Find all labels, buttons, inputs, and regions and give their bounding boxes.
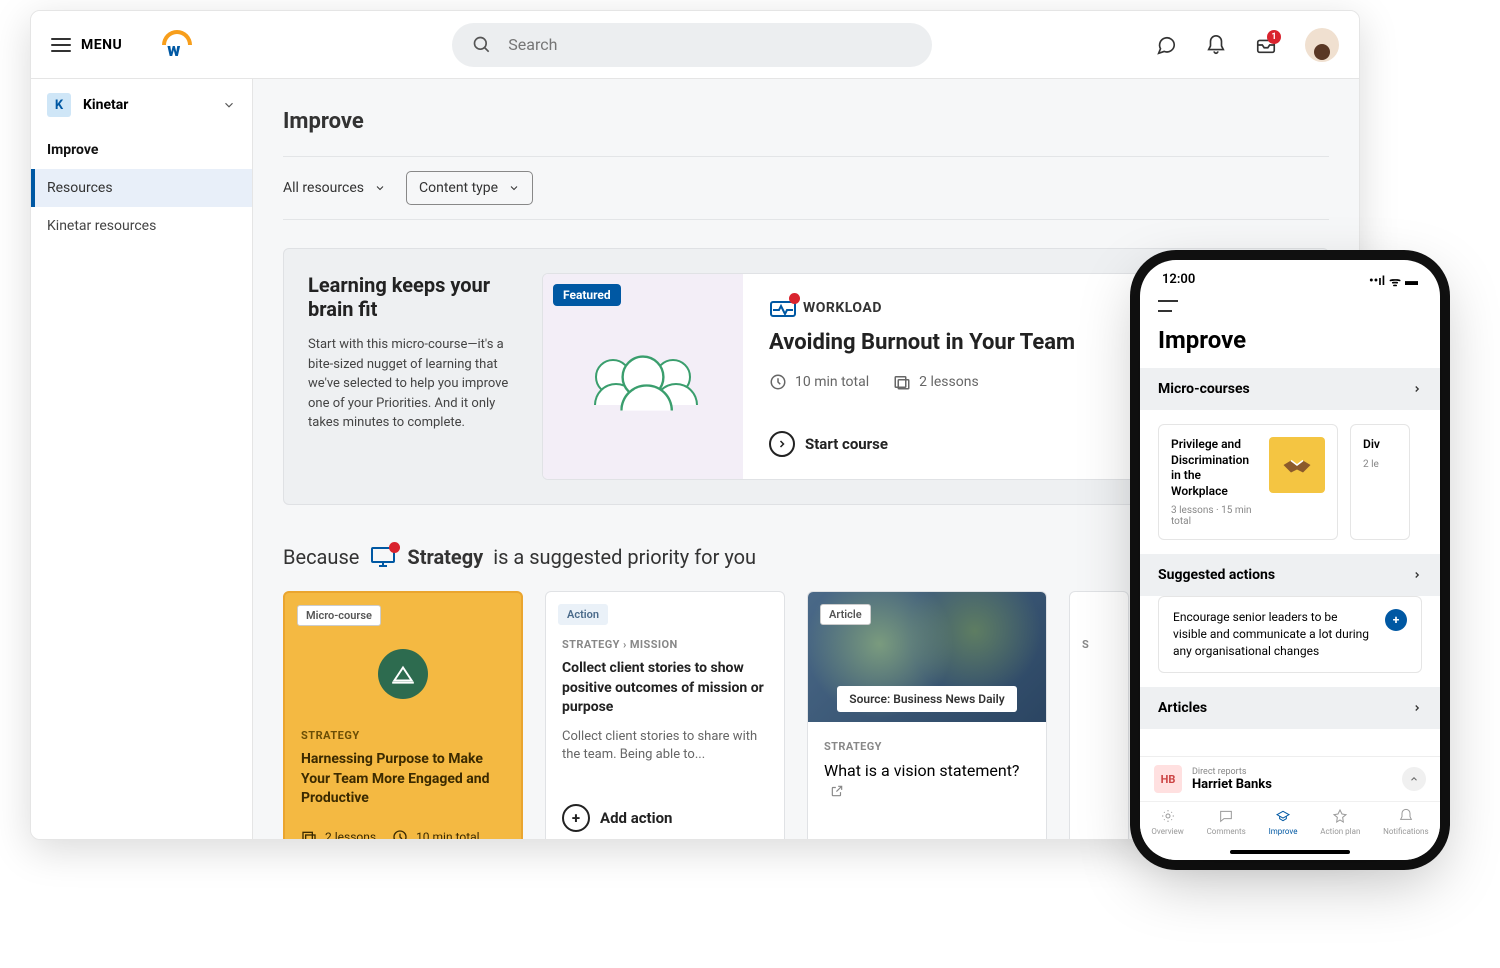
lessons: 2 lessons: [893, 373, 979, 391]
chat-icon[interactable]: [1155, 34, 1177, 56]
search-input[interactable]: [508, 35, 912, 54]
hero-heading: Learning keeps your brain fit: [308, 273, 518, 321]
inbox-badge: 1: [1267, 30, 1281, 44]
org-selector[interactable]: K Kinetar: [31, 79, 252, 131]
featured-badge: Featured: [553, 284, 621, 306]
hamburger-icon: [51, 38, 71, 52]
workload-icon: [769, 296, 797, 320]
mobile-action-card[interactable]: Encourage senior leaders to be visible a…: [1158, 596, 1422, 672]
breadcrumb: STRATEGY › MISSION: [562, 638, 768, 651]
mobile-tabbar: HB Direct reports Harriet Banks Overview…: [1140, 756, 1440, 860]
people-icon: [598, 359, 688, 395]
nav-kinetar-resources[interactable]: Kinetar resources: [31, 207, 252, 245]
nav-resources[interactable]: Resources: [31, 169, 252, 207]
card-desc: Collect client stories to share with the…: [562, 728, 768, 764]
tab-improve[interactable]: Improve: [1269, 808, 1298, 836]
source-label: Source: Business News Daily: [837, 686, 1016, 712]
card-category: STRATEGY: [301, 729, 505, 742]
status-bar: 12:00 ••ılᯤ▬: [1140, 260, 1440, 294]
type-pill: Article: [820, 604, 871, 625]
chevron-down-icon: [222, 98, 236, 112]
search-container[interactable]: [452, 23, 932, 67]
org-initial: K: [47, 93, 71, 117]
inbox-icon[interactable]: 1: [1255, 34, 1277, 56]
org-name: Kinetar: [83, 97, 210, 113]
chevron-up-icon[interactable]: [1402, 767, 1426, 791]
chevron-right-icon: [1412, 384, 1422, 394]
duration: 10 min total: [769, 373, 869, 391]
type-pill: Action: [558, 604, 608, 625]
hero-image: Featured: [543, 274, 743, 479]
tab-notifications[interactable]: Notifications: [1383, 808, 1428, 836]
card-title: Collect client stories to show positive …: [562, 659, 768, 718]
mobile-header: Improve: [1140, 294, 1440, 368]
mobile-course-card-partial[interactable]: Div 2 le: [1350, 424, 1410, 540]
mobile-preview: 12:00 ••ılᯤ▬ Improve Micro-courses Privi…: [1140, 260, 1440, 860]
hero-intro: Learning keeps your brain fit Start with…: [308, 273, 518, 433]
plus-icon: +: [562, 804, 590, 832]
micro-courses-section[interactable]: Micro-courses: [1140, 368, 1440, 410]
mobile-course-card[interactable]: Privilege and Discrimination in the Work…: [1158, 424, 1338, 540]
partial-card[interactable]: S: [1069, 591, 1129, 839]
strategy-icon: [369, 545, 397, 569]
micro-course-card[interactable]: Micro-course STRATEGY Harnessing Purpose…: [283, 591, 523, 839]
context-initials: HB: [1154, 765, 1182, 793]
search-icon: [472, 35, 492, 55]
type-pill: Micro-course: [297, 605, 381, 626]
suggested-actions-section[interactable]: Suggested actions: [1140, 554, 1440, 596]
card-title: Harnessing Purpose to Make Your Team Mor…: [301, 750, 505, 809]
top-icons: 1: [1155, 28, 1339, 62]
menu-label: MENU: [81, 37, 122, 53]
bell-icon[interactable]: [1205, 34, 1227, 56]
chevron-down-icon: [374, 182, 386, 194]
tab-comments[interactable]: Comments: [1207, 808, 1246, 836]
course-icon: [378, 649, 428, 699]
hero-body: Start with this micro-course—it's a bite…: [308, 335, 518, 433]
add-icon[interactable]: +: [1385, 609, 1407, 631]
page-title: Improve: [283, 109, 1329, 134]
article-card[interactable]: Article Source: Business News Daily STRA…: [807, 591, 1047, 839]
content-type-filter[interactable]: Content type: [406, 171, 533, 205]
add-action-button[interactable]: + Add action: [562, 804, 768, 832]
hero-category: WORKLOAD: [803, 300, 882, 316]
sidebar: K Kinetar Improve Resources Kinetar reso…: [31, 79, 253, 839]
home-indicator: [1230, 850, 1350, 854]
action-card[interactable]: Action STRATEGY › MISSION Collect client…: [545, 591, 785, 839]
card-title: What is a vision statement?: [824, 761, 1030, 799]
mobile-title: Improve: [1158, 326, 1422, 354]
tab-overview[interactable]: Overview: [1151, 808, 1183, 836]
chevron-down-icon: [508, 182, 520, 194]
mobile-menu-icon[interactable]: [1158, 300, 1178, 312]
workday-logo[interactable]: w: [162, 30, 192, 60]
top-bar: MENU w 1: [31, 11, 1359, 79]
status-icons: ••ılᯤ▬: [1369, 272, 1418, 290]
arrow-right-icon: [769, 431, 795, 457]
menu-button[interactable]: MENU: [51, 37, 122, 53]
chevron-right-icon: [1412, 570, 1422, 580]
avatar[interactable]: [1305, 28, 1339, 62]
tab-action-plan[interactable]: Action plan: [1320, 808, 1360, 836]
nav-improve[interactable]: Improve: [31, 131, 252, 169]
context-bar[interactable]: HB Direct reports Harriet Banks: [1140, 757, 1440, 802]
external-link-icon: [830, 784, 844, 798]
card-category: STRATEGY: [824, 740, 1030, 753]
handshake-icon: [1269, 437, 1325, 493]
filters-row: All resources Content type: [283, 156, 1329, 220]
all-resources-filter[interactable]: All resources: [283, 171, 386, 205]
articles-section[interactable]: Articles: [1140, 687, 1440, 729]
chevron-right-icon: [1412, 703, 1422, 713]
